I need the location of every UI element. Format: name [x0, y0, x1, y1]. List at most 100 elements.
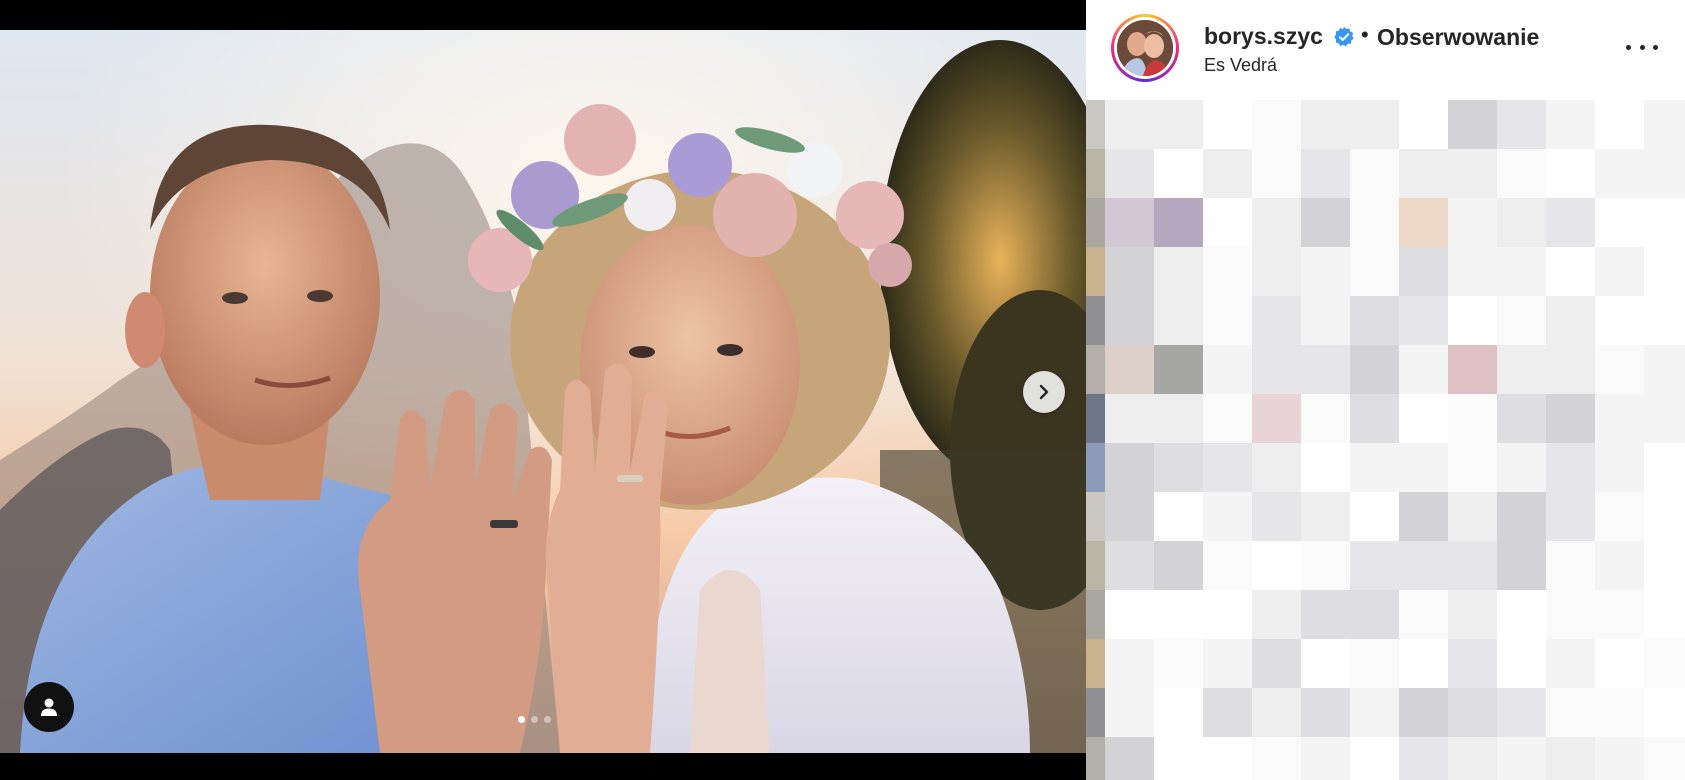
pixel-block	[1105, 198, 1154, 247]
pixel-block	[1301, 443, 1350, 492]
pixel-block	[1497, 590, 1546, 639]
pixel-block	[1154, 688, 1203, 737]
pixel-block	[1497, 149, 1546, 198]
pixel-block	[1301, 688, 1350, 737]
pixel-block	[1546, 100, 1595, 149]
pixel-block	[1399, 100, 1448, 149]
pixel-block	[1644, 541, 1685, 590]
pixel-block	[1086, 737, 1105, 780]
pixel-block	[1301, 149, 1350, 198]
pixel-block	[1350, 149, 1399, 198]
pixel-block	[1086, 100, 1105, 149]
pixel-block	[1350, 100, 1399, 149]
pixel-block	[1595, 737, 1644, 780]
pixel-block	[1350, 492, 1399, 541]
carousel-dot	[531, 716, 538, 723]
pixel-block	[1595, 198, 1644, 247]
pixel-block	[1154, 492, 1203, 541]
pixel-block	[1301, 394, 1350, 443]
pixel-block	[1595, 639, 1644, 688]
pixel-block	[1350, 394, 1399, 443]
pixel-block	[1497, 296, 1546, 345]
pixel-block	[1086, 639, 1105, 688]
pixel-block	[1399, 247, 1448, 296]
pixel-block	[1086, 492, 1105, 541]
carousel-indicator	[518, 716, 551, 723]
pixel-block	[1350, 198, 1399, 247]
pixel-block	[1595, 394, 1644, 443]
pixel-block	[1644, 639, 1685, 688]
pixel-block	[1497, 688, 1546, 737]
pixel-block	[1154, 394, 1203, 443]
post-media	[0, 0, 1086, 780]
carousel-dot	[544, 716, 551, 723]
pixel-block	[1301, 100, 1350, 149]
pixel-block	[1546, 639, 1595, 688]
pixel-block	[1497, 394, 1546, 443]
pixel-block	[1448, 639, 1497, 688]
pixel-block	[1448, 149, 1497, 198]
pixel-block	[1399, 394, 1448, 443]
pixel-block	[1154, 443, 1203, 492]
more-options-button[interactable]	[1626, 34, 1658, 60]
avatar-image	[1117, 20, 1173, 76]
pixel-block	[1399, 541, 1448, 590]
pixel-block	[1546, 198, 1595, 247]
pixel-block	[1497, 541, 1546, 590]
pixel-block	[1203, 296, 1252, 345]
pixel-block	[1644, 737, 1685, 780]
pixel-block	[1644, 492, 1685, 541]
pixel-block	[1086, 247, 1105, 296]
pixel-block	[1301, 345, 1350, 394]
pixel-block	[1252, 394, 1301, 443]
pixel-block	[1203, 394, 1252, 443]
pixel-block	[1595, 247, 1644, 296]
pixel-block	[1350, 688, 1399, 737]
pixel-block	[1497, 443, 1546, 492]
pixel-block	[1203, 492, 1252, 541]
pixel-block	[1546, 149, 1595, 198]
pixel-block	[1301, 737, 1350, 780]
pixelated-comments-area	[1086, 100, 1685, 780]
pixel-block	[1595, 149, 1644, 198]
pixel-block	[1252, 100, 1301, 149]
pixel-block	[1644, 247, 1685, 296]
pixel-block	[1448, 737, 1497, 780]
post-location[interactable]: Es Vedrá	[1204, 55, 1277, 76]
avatar[interactable]	[1111, 14, 1179, 82]
post-username[interactable]: borys.szyc	[1204, 23, 1323, 50]
pixel-block	[1105, 590, 1154, 639]
pixel-block	[1203, 639, 1252, 688]
pixel-block	[1595, 590, 1644, 639]
pixel-block	[1595, 688, 1644, 737]
pixel-block	[1448, 688, 1497, 737]
pixel-block	[1546, 394, 1595, 443]
post-photo[interactable]	[0, 30, 1086, 753]
chevron-right-icon	[1039, 384, 1049, 400]
pixel-block	[1399, 443, 1448, 492]
pixel-block	[1301, 296, 1350, 345]
pixel-block	[1448, 100, 1497, 149]
user-tags-button[interactable]	[24, 682, 74, 732]
pixel-block	[1252, 149, 1301, 198]
more-options-icon	[1626, 44, 1631, 50]
pixel-block	[1497, 345, 1546, 394]
pixel-block	[1086, 149, 1105, 198]
pixel-block	[1350, 541, 1399, 590]
pixel-block	[1105, 149, 1154, 198]
pixel-block	[1252, 639, 1301, 688]
next-slide-button[interactable]	[1023, 371, 1065, 413]
pixel-block	[1644, 296, 1685, 345]
pixel-block	[1399, 198, 1448, 247]
pixel-block	[1105, 492, 1154, 541]
pixel-block	[1086, 394, 1105, 443]
pixel-block	[1252, 541, 1301, 590]
pixel-block	[1154, 590, 1203, 639]
pixel-block	[1595, 541, 1644, 590]
following-button[interactable]: Obserwowanie	[1377, 24, 1539, 51]
pixel-block	[1546, 590, 1595, 639]
pixel-block	[1252, 737, 1301, 780]
pixel-block	[1399, 639, 1448, 688]
verified-badge-icon	[1334, 26, 1354, 47]
pixel-block	[1644, 443, 1685, 492]
